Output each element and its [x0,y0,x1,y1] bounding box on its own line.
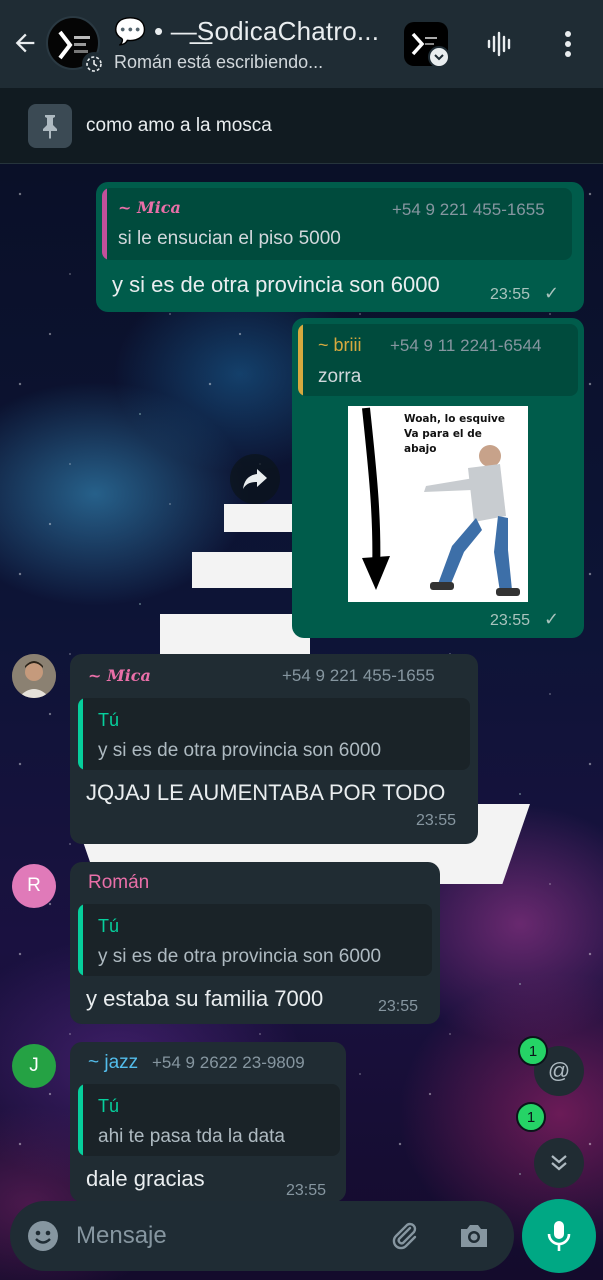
typing-status: Román está escribiendo... [114,52,324,72]
message-sender: ~ 𝑴𝒊𝒄𝒂 [88,666,151,685]
message-bubble[interactable]: ~ 𝑴𝒊𝒄𝒂 +54 9 221 455-1655 Tú y si es de … [70,654,478,844]
message-bubble[interactable]: Román Tú y si es de otra provincia son 6… [70,862,440,1024]
message-input[interactable] [76,1219,376,1253]
back-arrow-icon[interactable] [8,26,42,60]
message-bubble[interactable]: ~ 𝑴𝒊𝒄𝒂 +54 9 221 455-1655 si le ensucian… [96,182,584,312]
quote-text: si le ensucian el piso 5000 [118,228,341,249]
double-chevron-down-icon [551,1155,567,1171]
forward-icon[interactable] [230,454,280,504]
quote-bar [78,698,83,770]
chat-title[interactable]: 💬 • —͟͟SodicaChatro... [114,16,394,47]
message-composer [10,1201,514,1271]
avatar-letter: R [27,875,41,896]
pinned-text: como amo a la mosca [86,115,272,136]
emoji-icon[interactable] [26,1219,60,1253]
chat-header: 💬 • —͟͟SodicaChatro... Román está escrib… [0,0,603,88]
sent-tick-icon: ✓ [544,609,560,629]
quoted-message[interactable]: ~ 𝑴𝒊𝒄𝒂 +54 9 221 455-1655 si le ensucian… [102,188,572,260]
quote-sender: ~ 𝑴𝒊𝒄𝒂 [118,198,181,217]
meme-image[interactable]: Woah, lo esquive Va para el de abajo [348,406,528,602]
menu-icon[interactable] [550,26,586,62]
avatar-letter: J [29,1055,39,1076]
avatar[interactable]: J [12,1044,56,1088]
quoted-message[interactable]: ~ briii +54 9 11 2241-6544 zorra [298,324,578,396]
quote-bar [78,1084,83,1156]
quote-text: y si es de otra provincia son 6000 [98,740,382,761]
quote-sender: Tú [98,1096,120,1116]
quote-bar [78,904,83,976]
unread-count-badge: 1 [516,1102,546,1132]
quote-sender: Tú [98,710,120,730]
message-text: dale gracias [86,1166,205,1191]
pinned-message-bar[interactable]: como amo a la mosca [0,88,603,164]
camera-icon[interactable] [456,1218,492,1254]
sender-phone: +54 9 2622 23-9809 [152,1053,305,1072]
quote-text: zorra [318,366,362,387]
quoted-message[interactable]: Tú y si es de otra provincia son 6000 [78,904,432,976]
message-time: 23:55 [378,998,419,1015]
message-time: 23:55 [490,612,531,629]
message-time: 23:55 [416,812,457,829]
quoted-message[interactable]: Tú ahi te pasa tda la data [78,1084,340,1156]
message-sender: Román [88,872,150,893]
sent-tick-icon: ✓ [544,283,560,303]
message-text: JQJAJ LE AUMENTABA POR TODO [86,780,446,805]
chat-area: ~ 𝑴𝒊𝒄𝒂 +54 9 221 455-1655 si le ensucian… [0,164,603,1280]
mention-count-badge: 1 [518,1036,548,1066]
message-time: 23:55 [490,286,531,303]
attach-icon[interactable] [386,1218,422,1254]
mic-icon[interactable] [522,1199,596,1273]
sender-phone: +54 9 221 455-1655 [282,666,435,685]
pin-icon [28,104,72,148]
message-sender: ~ jazz [88,1052,139,1073]
quote-text: ahi te pasa tda la data [98,1126,285,1147]
voice-chat-icon[interactable] [482,26,518,62]
quote-sender: ~ briii [318,335,362,355]
status-icon [82,52,106,76]
quoted-message[interactable]: Tú y si es de otra provincia son 6000 [78,698,470,770]
avatar[interactable]: R [12,864,56,908]
quote-bar [102,188,107,260]
mention-symbol: @ [547,1058,571,1083]
message-time: 23:55 [286,1182,327,1199]
chevron-down-icon [428,46,450,68]
scroll-down-button[interactable] [534,1138,584,1188]
message-bubble[interactable]: ~ briii +54 9 11 2241-6544 zorra Woah, l… [292,318,584,638]
quote-bar [298,324,303,396]
avatar[interactable] [12,654,56,698]
message-text: y estaba su familia 7000 [86,986,324,1011]
meme-caption: Woah, lo esquive Va para el de abajo [404,413,506,455]
message-text: y si es de otra provincia son 6000 [112,272,440,297]
message-bubble[interactable]: ~ jazz +54 9 2622 23-9809 Tú ahi te pasa… [70,1042,346,1202]
quote-text: y si es de otra provincia son 6000 [98,946,382,967]
quote-phone: +54 9 11 2241-6544 [390,336,542,355]
quote-sender: Tú [98,916,120,936]
quote-phone: +54 9 221 455-1655 [392,200,545,219]
